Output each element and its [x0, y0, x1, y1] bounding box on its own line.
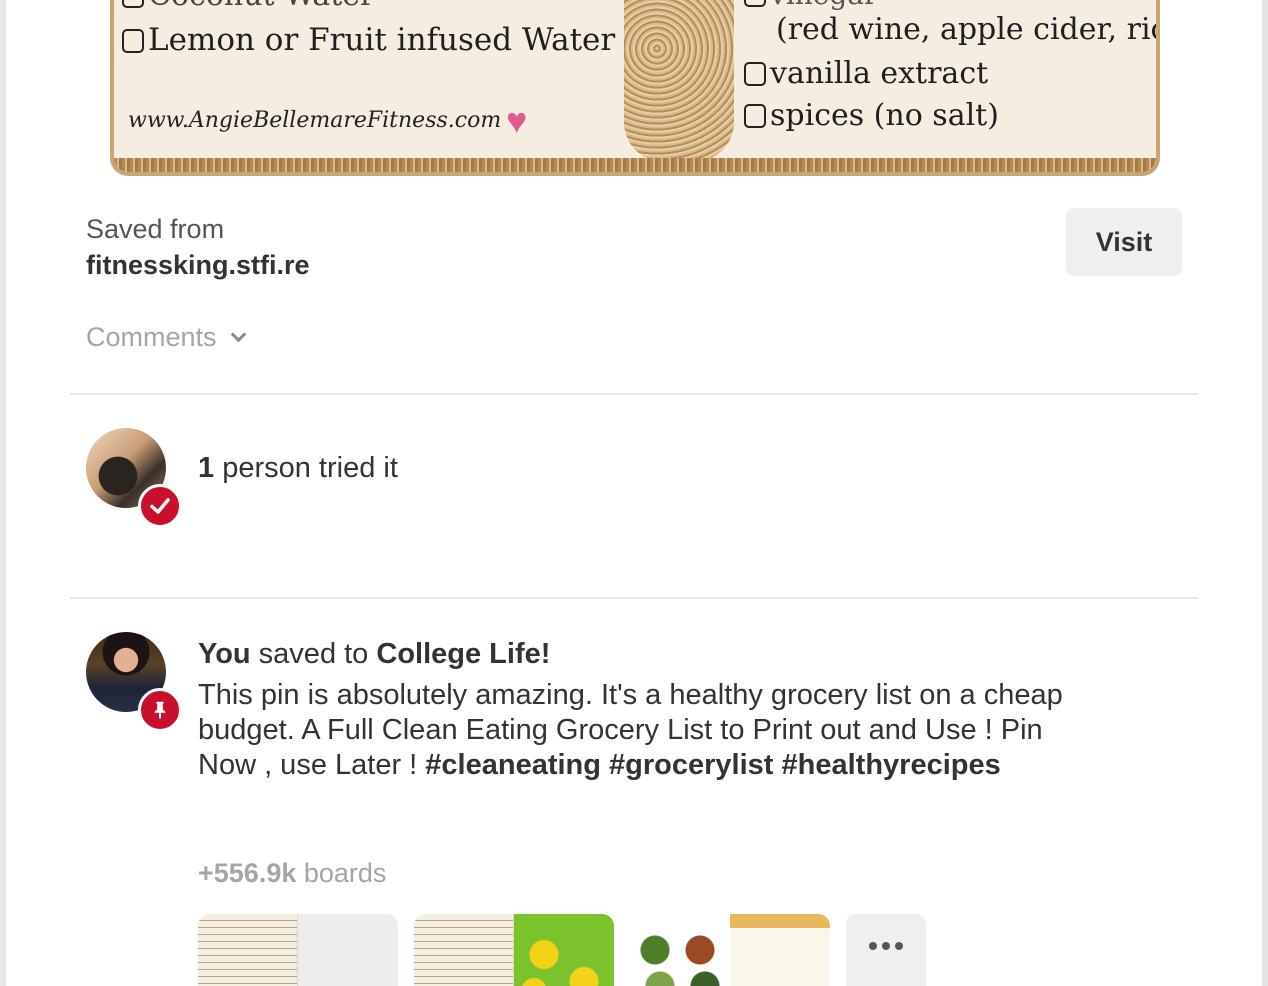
- tried-count: 1: [198, 452, 215, 484]
- hashtag-link[interactable]: #cleaneating: [425, 749, 601, 781]
- pushpin-icon: [154, 701, 166, 720]
- pin-description: This pin is absolutely amazing. It's a h…: [198, 678, 1078, 783]
- board-thumbnail[interactable]: [198, 914, 398, 986]
- pin-image-text: vinegar: [744, 0, 877, 11]
- saved-badge: [138, 688, 182, 732]
- source-domain-link[interactable]: fitnessking.stfi.re: [86, 250, 310, 281]
- checkmark-icon: [150, 498, 170, 514]
- board-thumbnail[interactable]: [414, 914, 614, 986]
- board-cover-image: [730, 914, 830, 986]
- ellipsis-icon: [869, 942, 877, 950]
- board-cover-image: [298, 914, 398, 986]
- board-cover-image: [414, 914, 514, 986]
- pin-image-text: vanilla extract: [744, 56, 988, 91]
- visit-button[interactable]: Visit: [1066, 208, 1182, 276]
- tried-label: person tried it: [214, 452, 398, 484]
- board-link[interactable]: College Life!: [376, 638, 550, 670]
- tried-badge: [138, 484, 182, 528]
- board-cover-image: [198, 914, 298, 986]
- pin-image-text: Coconut Water: [122, 0, 374, 13]
- chevron-down-icon: [230, 326, 246, 343]
- tried-count-text[interactable]: 1 person tried it: [198, 452, 398, 485]
- boards-count-value: +556.9k: [198, 858, 297, 888]
- pin-image-url-text: www.AngieBellemareFitness.com: [128, 108, 502, 133]
- glitter-border: [114, 158, 1156, 172]
- boards-count-label: boards: [296, 858, 387, 888]
- boards-count[interactable]: +556.9k boards: [198, 858, 386, 889]
- actor-link[interactable]: You: [198, 638, 251, 670]
- heart-icon: ♥: [506, 100, 528, 141]
- board-cover-image: [514, 914, 614, 986]
- activity-headline: You saved to College Life!: [198, 638, 550, 671]
- activity-verb: saved to: [250, 638, 377, 670]
- pin-image-text: Lemon or Fruit infused Water: [122, 22, 615, 58]
- comments-label: Comments: [86, 322, 217, 352]
- hashtag-link[interactable]: #grocerylist: [609, 749, 773, 781]
- board-thumbnail[interactable]: [630, 914, 830, 986]
- glitter-bottle-graphic: [624, 0, 734, 162]
- divider: [70, 597, 1198, 599]
- pin-image-text: (red wine, apple cider, rice): [776, 12, 1160, 47]
- pin-image[interactable]: Coconut Water Lemon or Fruit infused Wat…: [110, 0, 1160, 176]
- hashtag-link[interactable]: #healthyrecipes: [782, 749, 1001, 781]
- saved-from-label: Saved from: [86, 214, 225, 244]
- comments-toggle[interactable]: Comments: [86, 322, 246, 353]
- pin-closeup-card: Coconut Water Lemon or Fruit infused Wat…: [6, 0, 1262, 986]
- ellipsis-dot: [895, 942, 903, 950]
- pin-image-text: spices (no salt): [744, 98, 999, 133]
- scrollbar[interactable]: [1262, 0, 1268, 986]
- more-boards-button[interactable]: [846, 914, 926, 986]
- ellipsis-dot: [882, 942, 890, 950]
- board-cover-image: [630, 914, 730, 986]
- divider: [70, 393, 1198, 395]
